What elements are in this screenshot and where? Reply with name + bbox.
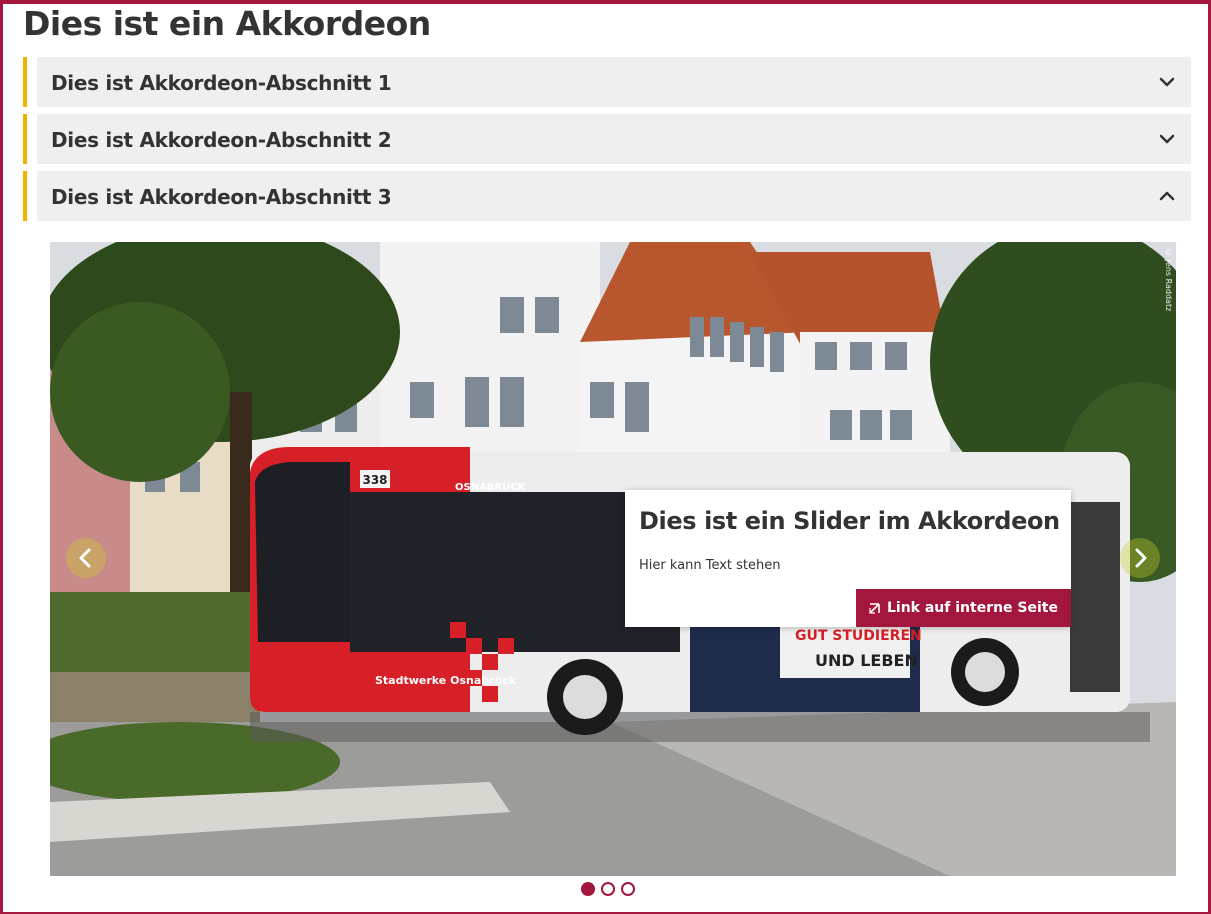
photo-credit: © Jens Raddatz (1164, 248, 1173, 312)
accordion-item-1[interactable]: Dies ist Akkordeon-Abschnitt 1 (23, 57, 1191, 107)
accordion-header-1[interactable]: Dies ist Akkordeon-Abschnitt 1 (37, 57, 1191, 107)
slider-pagination (581, 882, 635, 900)
arrow-up-right-icon (869, 602, 880, 614)
chevron-down-icon[interactable] (1157, 129, 1177, 149)
slider-prev-button[interactable] (66, 538, 106, 578)
accordion-label-2: Dies ist Akkordeon-Abschnitt 2 (51, 128, 392, 152)
slide-caption-text: Hier kann Text stehen (639, 558, 781, 573)
page-title: Dies ist ein Akkordeon (23, 4, 431, 43)
bus-ad-text-1: GUT STUDIEREN (795, 628, 922, 644)
accordion-header-3[interactable]: Dies ist Akkordeon-Abschnitt 3 (37, 171, 1191, 221)
accordion-label-1: Dies ist Akkordeon-Abschnitt 1 (51, 71, 392, 95)
chevron-up-icon[interactable] (1157, 186, 1177, 206)
slider-next-button[interactable] (1120, 538, 1160, 578)
slider-dot-3[interactable] (621, 882, 635, 896)
chevron-down-icon[interactable] (1157, 72, 1177, 92)
bus-side-logo: Stadtwerke Osnabrück (375, 674, 517, 687)
accordion-item-2[interactable]: Dies ist Akkordeon-Abschnitt 2 (23, 114, 1191, 164)
accordion-header-2[interactable]: Dies ist Akkordeon-Abschnitt 2 (37, 114, 1191, 164)
accordion-label-3: Dies ist Akkordeon-Abschnitt 3 (51, 185, 392, 209)
slider-dot-2[interactable] (601, 882, 615, 896)
slide-caption: Dies ist ein Slider im Akkordeon Hier ka… (625, 490, 1071, 627)
slider-dot-1[interactable] (581, 882, 595, 896)
bus-operator-text: OSNABRÜCK (455, 479, 527, 493)
bus-route-number: 338 (362, 473, 387, 487)
internal-link-label: Link auf interne Seite (886, 600, 1058, 616)
slide-caption-title: Dies ist ein Slider im Akkordeon (639, 507, 1060, 535)
chevron-left-icon (79, 548, 91, 568)
internal-link-button[interactable]: Link auf interne Seite (855, 589, 1071, 627)
bus-ad-text-2: UND LEBEN (815, 651, 918, 670)
accordion-item-3[interactable]: Dies ist Akkordeon-Abschnitt 3 (23, 171, 1191, 221)
chevron-right-icon (1135, 548, 1147, 568)
